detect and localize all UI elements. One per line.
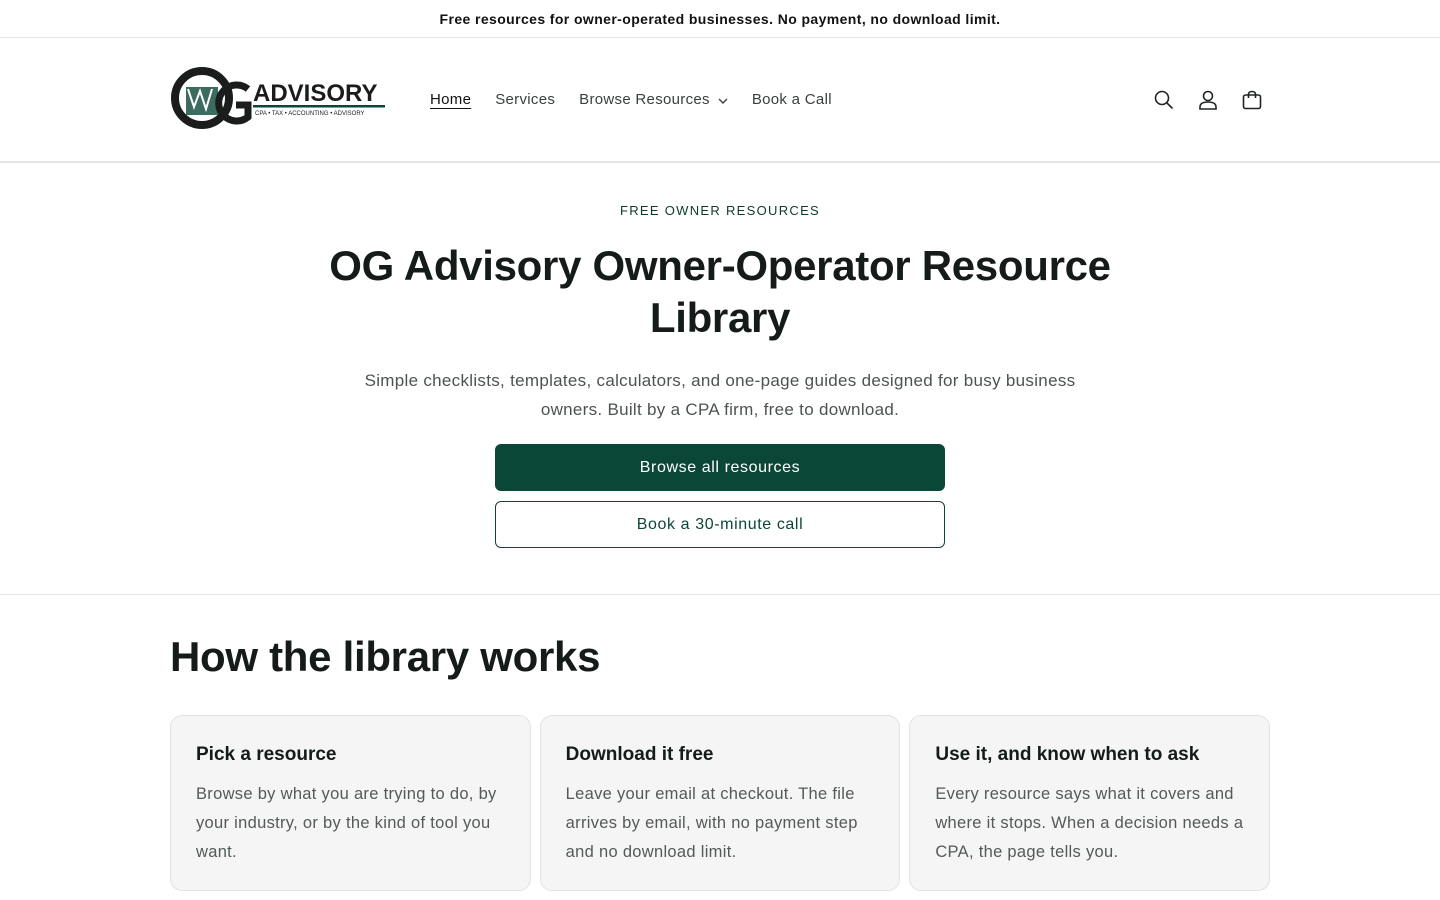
- card-body: Leave your email at checkout. The file a…: [565, 785, 858, 861]
- nav-browse-resources[interactable]: Browse Resources: [579, 91, 728, 108]
- logo-tagline: CPA • TAX • ACCOUNTING • ADVISORY: [255, 111, 365, 117]
- chevron-down-icon: [718, 98, 728, 104]
- logo[interactable]: ADVISORY CPA • TAX • ACCOUNTING • ADVISO…: [170, 66, 388, 133]
- nav-browse-label: Browse Resources: [579, 91, 710, 108]
- site-header: ADVISORY CPA • TAX • ACCOUNTING • ADVISO…: [0, 38, 1440, 163]
- announcement-text: Free resources for owner-operated busine…: [439, 10, 1001, 27]
- card-title: Pick a resource: [196, 744, 337, 765]
- how-it-works-section: How the library works Pick a resource Br…: [0, 595, 1440, 891]
- section-heading: How the library works: [170, 633, 601, 680]
- header-icons: [1152, 38, 1264, 161]
- card-title: Use it, and know when to ask: [935, 744, 1200, 765]
- account-icon[interactable]: [1196, 88, 1220, 112]
- logo-mark: ADVISORY CPA • TAX • ACCOUNTING • ADVISO…: [171, 66, 385, 129]
- book-call-button[interactable]: Book a 30-minute call: [495, 501, 945, 548]
- hero-subtitle: Simple checklists, templates, calculator…: [364, 371, 1076, 419]
- search-icon[interactable]: [1152, 88, 1176, 112]
- card-body: Every resource says what it covers and w…: [935, 785, 1244, 861]
- card-body: Browse by what you are trying to do, by …: [196, 785, 497, 861]
- card-title: Download it free: [565, 744, 714, 765]
- how-card-use: Use it, and know when to ask Every resou…: [909, 715, 1271, 891]
- nav-home[interactable]: Home: [430, 91, 471, 108]
- hero-eyebrow: FREE OWNER RESOURCES: [619, 203, 821, 218]
- nav-services[interactable]: Services: [495, 91, 555, 108]
- main-nav: Home Services Browse Resources Book a Ca…: [430, 91, 832, 108]
- browse-all-resources-button[interactable]: Browse all resources: [495, 444, 945, 491]
- logo-wordmark: ADVISORY: [253, 80, 377, 107]
- how-card-download: Download it free Leave your email at che…: [539, 715, 901, 891]
- cart-icon[interactable]: [1240, 88, 1264, 112]
- nav-book-call[interactable]: Book a Call: [752, 91, 832, 108]
- how-card-pick: Pick a resource Browse by what you are t…: [170, 715, 531, 891]
- how-cards: Pick a resource Browse by what you are t…: [170, 715, 1271, 891]
- page-title: OG Advisory Owner-Operator Resource Libr…: [329, 242, 1111, 341]
- hero-section: FREE OWNER RESOURCES OG Advisory Owner-O…: [0, 163, 1440, 595]
- announcement-bar: Free resources for owner-operated busine…: [0, 0, 1440, 38]
